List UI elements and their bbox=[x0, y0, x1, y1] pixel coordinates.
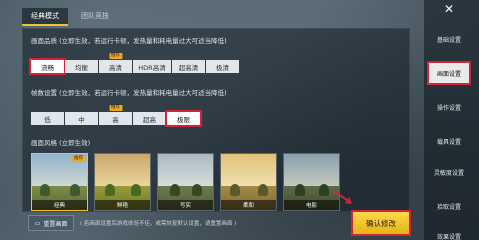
style-option-label: 电影 bbox=[284, 200, 339, 210]
style-option-classic[interactable]: 推荐 经典 bbox=[31, 153, 88, 211]
style-option-label: 写实 bbox=[158, 200, 213, 210]
framerate-option-label: 超高 bbox=[143, 115, 156, 124]
framerate-title: 帧数设置 (立即生效，若运行卡顿，发热量和耗电量过大可适当降低) bbox=[31, 89, 227, 97]
tree-icon bbox=[258, 184, 268, 196]
style-preview-sky bbox=[284, 154, 339, 187]
style-option-label: 鲜艳 bbox=[95, 200, 150, 210]
mode-tabs: 经典模式 团队竞技 bbox=[22, 8, 118, 26]
confirm-button[interactable]: 确认修改 bbox=[353, 212, 409, 234]
sidebar-item-vehicle[interactable]: 载具设置 bbox=[429, 131, 469, 151]
recommended-badge: 推荐 bbox=[109, 53, 122, 59]
style-option-cinema[interactable]: 电影 bbox=[283, 153, 340, 211]
style-option-label: 经典 bbox=[32, 200, 87, 210]
framerate-option-extreme[interactable]: 极限 bbox=[167, 112, 200, 125]
style-option-realistic[interactable]: 写实 bbox=[157, 153, 214, 211]
style-title: 画面风格 (立即生效) bbox=[31, 139, 91, 147]
bottom-bar: ▭ 重置画面 ( 若画面设置后游戏体验不佳，或需恢复默认设置，请重置画面 ) 确… bbox=[22, 212, 410, 234]
quality-option-label: 流畅 bbox=[41, 63, 54, 72]
tab-team[interactable]: 团队竞技 bbox=[72, 8, 118, 26]
quality-option-label: 超高清 bbox=[178, 63, 199, 72]
framerate-option-label: 中 bbox=[78, 115, 85, 124]
quality-option-label: 极清 bbox=[216, 63, 229, 72]
quality-option-label: HDR高清 bbox=[138, 63, 166, 72]
framerate-option-high[interactable]: 推荐高 bbox=[99, 105, 132, 125]
framerate-option-medium[interactable]: 中 bbox=[65, 112, 98, 125]
quality-option-ultra[interactable]: 超高清 bbox=[172, 60, 205, 73]
tree-icon bbox=[70, 184, 80, 196]
close-icon[interactable]: ✕ bbox=[438, 2, 460, 16]
quality-option-label: 均衡 bbox=[75, 63, 88, 72]
reset-notice: ( 若画面设置后游戏体验不佳，或需恢复默认设置，请重置画面 ) bbox=[80, 221, 237, 227]
graphics-panel: 画面品质 (立即生效，若运行卡顿，发热量和耗电量过大可适当降低) 流畅 均衡 推… bbox=[22, 28, 410, 212]
tree-icon bbox=[131, 184, 141, 196]
style-preview-sky bbox=[221, 154, 276, 187]
framerate-options: 低 中 推荐高 超高 极限 bbox=[31, 105, 200, 125]
quality-options: 流畅 均衡 推荐高清 HDR高清 超高清 极清 bbox=[31, 53, 239, 73]
tree-icon bbox=[170, 184, 180, 196]
framerate-option-label: 极限 bbox=[177, 115, 190, 124]
sidebar-item-sensitivity[interactable]: 灵敏度设置 bbox=[429, 162, 469, 182]
tree-icon bbox=[295, 184, 305, 196]
quality-option-extreme[interactable]: 极清 bbox=[206, 60, 239, 73]
sidebar-item-effects[interactable]: 效果设置 bbox=[429, 226, 469, 240]
quality-option-label: 高清 bbox=[109, 63, 122, 72]
tree-icon bbox=[105, 184, 115, 196]
sidebar-item-graphics[interactable]: 画面设置 bbox=[429, 63, 469, 83]
tab-classic[interactable]: 经典模式 bbox=[22, 8, 68, 26]
quality-option-hd[interactable]: 推荐 高清 bbox=[99, 53, 132, 73]
quality-option-balanced[interactable]: 均衡 bbox=[65, 60, 98, 73]
recommended-badge: 推荐 bbox=[72, 156, 85, 162]
tree-icon bbox=[230, 184, 240, 196]
tree-icon bbox=[319, 184, 329, 196]
style-option-soft[interactable]: 柔和 bbox=[220, 153, 277, 211]
style-preview-sky bbox=[158, 154, 213, 187]
sidebar-item-pickup[interactable]: 拾取设置 bbox=[429, 196, 469, 216]
recommended-badge: 推荐 bbox=[109, 105, 122, 111]
sidebar-item-basic[interactable]: 基础设置 bbox=[429, 29, 469, 49]
sidebar-item-controls[interactable]: 操作设置 bbox=[429, 97, 469, 117]
settings-sidebar: ✕ 基础设置 画面设置 操作设置 载具设置 灵敏度设置 拾取设置 效果设置 bbox=[424, 0, 479, 240]
style-preview-sky bbox=[95, 154, 150, 187]
framerate-option-ultra[interactable]: 超高 bbox=[133, 112, 166, 125]
tree-icon bbox=[40, 184, 50, 196]
framerate-option-label: 低 bbox=[44, 115, 51, 124]
tree-icon bbox=[192, 184, 202, 196]
quality-option-smooth[interactable]: 流畅 bbox=[31, 60, 64, 73]
style-options: 推荐 经典 鲜艳 写实 柔和 电影 bbox=[31, 153, 340, 211]
style-option-label: 柔和 bbox=[221, 200, 276, 210]
framerate-option-low[interactable]: 低 bbox=[31, 112, 64, 125]
reset-button-label: 重置画面 bbox=[43, 220, 68, 228]
quality-option-hdr[interactable]: HDR高清 bbox=[133, 60, 171, 73]
style-option-vivid[interactable]: 鲜艳 bbox=[94, 153, 151, 211]
reset-button[interactable]: ▭ 重置画面 bbox=[28, 215, 74, 231]
framerate-option-label: 高 bbox=[112, 115, 119, 124]
monitor-icon: ▭ bbox=[34, 219, 41, 227]
quality-title: 画面品质 (立即生效，若运行卡顿，发热量和耗电量过大可适当降低) bbox=[31, 37, 227, 45]
